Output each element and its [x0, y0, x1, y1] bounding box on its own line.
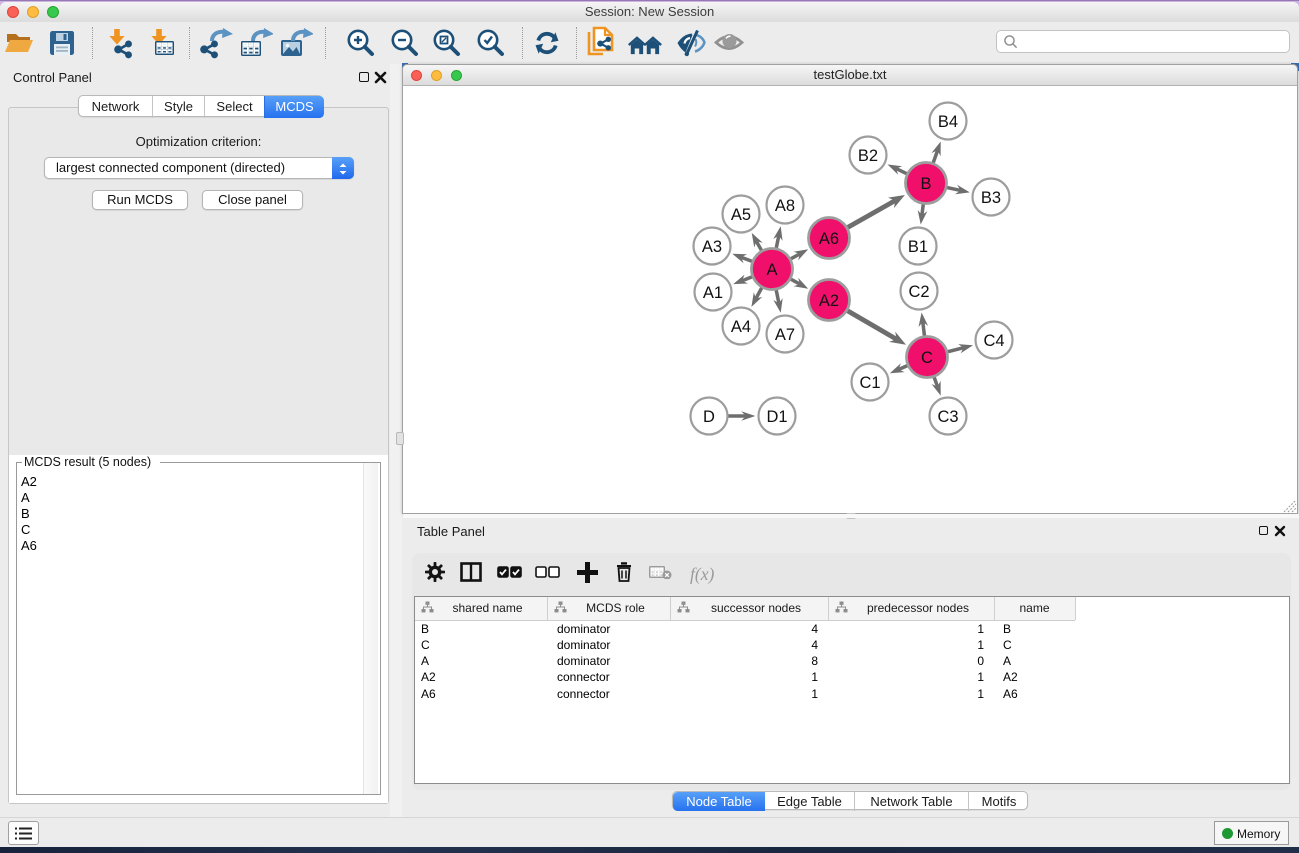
- svg-text:B3: B3: [981, 189, 1001, 207]
- svg-text:A: A: [766, 261, 777, 279]
- svg-text:C: C: [921, 349, 933, 367]
- svg-text:D: D: [703, 408, 715, 426]
- svg-text:A7: A7: [775, 326, 795, 344]
- svg-text:A8: A8: [775, 197, 795, 215]
- svg-text:A3: A3: [702, 238, 722, 256]
- svg-text:C3: C3: [937, 408, 958, 426]
- svg-text:A6: A6: [819, 230, 839, 248]
- svg-text:B1: B1: [908, 238, 928, 256]
- svg-text:B2: B2: [858, 147, 878, 165]
- svg-text:B4: B4: [938, 113, 958, 131]
- svg-text:B: B: [920, 175, 931, 193]
- svg-text:A4: A4: [731, 318, 751, 336]
- svg-text:C4: C4: [983, 332, 1004, 350]
- svg-text:C1: C1: [859, 374, 880, 392]
- svg-text:C2: C2: [908, 283, 929, 301]
- svg-text:A5: A5: [731, 206, 751, 224]
- svg-text:A1: A1: [703, 284, 723, 302]
- svg-text:A2: A2: [819, 292, 839, 310]
- svg-text:D1: D1: [766, 408, 787, 426]
